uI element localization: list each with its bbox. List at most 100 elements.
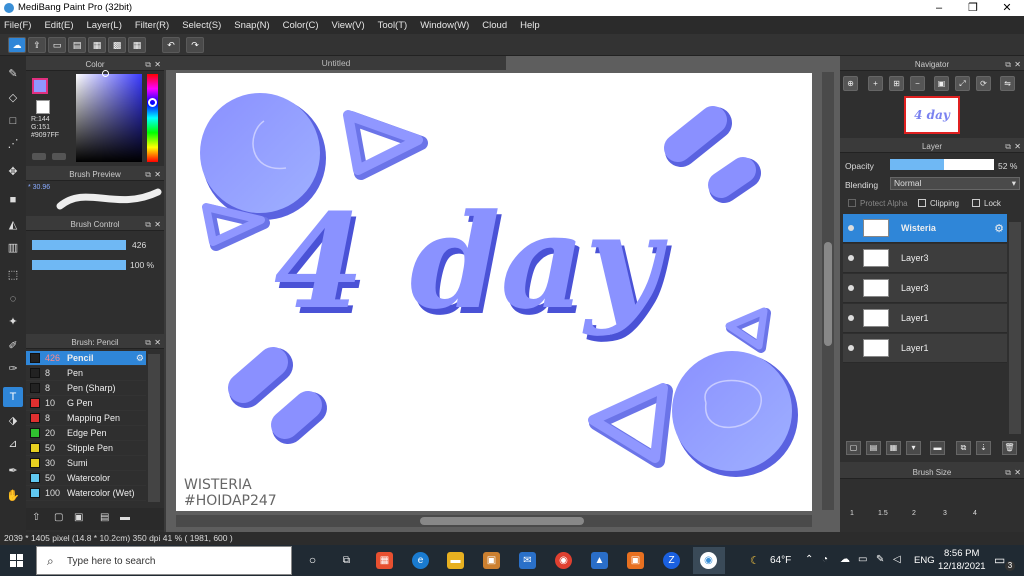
popout-icon[interactable]: ⧉ [1005,466,1011,479]
panel-close-icon[interactable]: ✕ [1014,466,1021,479]
brush-size-option[interactable]: 3 [943,510,947,517]
brush-list-item[interactable]: 10 G Pen [26,396,146,411]
spoid-icon[interactable]: ✒ [3,461,23,481]
brush-list-item[interactable]: 426 Pencil ⚙ [26,351,146,366]
office-icon[interactable]: ▣ [627,552,644,569]
eye-icon[interactable] [848,315,854,321]
weather-temp[interactable]: 64°F [770,555,791,566]
layer-row[interactable]: Layer3 [843,274,1007,303]
sv-cursor[interactable] [102,70,109,77]
fill-rect-tool-icon[interactable]: ■ [3,190,23,210]
layer-scrollbar[interactable] [1009,222,1021,434]
upload-icon[interactable]: ⇧ [32,512,40,523]
zalo-icon[interactable]: Z [663,552,680,569]
layer-row[interactable]: Layer1 [843,334,1007,363]
brush-size-option[interactable]: 1 [850,510,854,517]
eye-icon[interactable] [848,255,854,261]
redo-icon[interactable]: ↷ [186,37,204,53]
brush-list-scrollbar[interactable] [148,354,160,502]
select-tool-icon[interactable]: ⬚ [3,265,23,285]
protect-alpha-checkbox[interactable] [848,199,856,207]
navigator-thumbnail[interactable]: 4 day [904,96,960,134]
folder-icon[interactable]: ▬ [930,441,945,455]
panel-close-icon[interactable]: ✕ [154,336,161,349]
lock-checkbox[interactable] [972,199,980,207]
fit-window-icon[interactable]: ▣ [934,76,949,91]
undo-icon[interactable]: ↶ [162,37,180,53]
brush-list-item[interactable]: 100 Watercolor (Wet) [26,486,146,501]
eye-icon[interactable] [848,345,854,351]
menu-tool[interactable]: Tool(T) [378,20,408,31]
document-tab[interactable]: Untitled [166,56,506,70]
medibang-taskbar-button[interactable]: ◉ [693,547,725,574]
sub-color-swatch[interactable] [36,100,50,114]
popout-icon[interactable]: ⧉ [1005,140,1011,153]
bucket-tool-icon[interactable]: ◭ [3,215,23,235]
note-icon[interactable]: ▤ [68,37,86,53]
cloud-tray-icon[interactable]: ☁ [840,554,850,565]
blending-select[interactable]: Normal ▾ [890,177,1020,190]
menu-layer[interactable]: Layer(L) [87,20,122,31]
magic-wand-icon[interactable]: ✦ [3,312,23,332]
store-icon[interactable]: ▣ [483,552,500,569]
popout-icon[interactable]: ⧉ [1005,58,1011,71]
brush-list-item[interactable]: 50 Watercolor [26,471,146,486]
brush-size-option[interactable]: 4 [973,510,977,517]
pen-tray-icon[interactable]: ✎ [876,554,884,565]
edge-icon[interactable]: e [412,552,429,569]
rotate-icon[interactable]: ⟳ [976,76,991,91]
brush-size-slider[interactable] [32,240,126,250]
hand-tool-icon[interactable]: ✋ [3,486,23,506]
panel-close-icon[interactable]: ✕ [1014,140,1021,153]
menu-help[interactable]: Help [520,20,540,31]
eraser-tool-icon[interactable]: ◇ [3,88,23,108]
zoom-out-icon[interactable]: − [910,76,925,91]
saturation-picker[interactable] [76,74,142,162]
windows-start-icon[interactable] [10,554,23,567]
minimize-button[interactable]: – [922,0,956,16]
gradient-tool-icon[interactable]: ▥ [3,238,23,258]
volume-icon[interactable]: ◁ [893,554,901,565]
flip-icon[interactable]: ⇋ [1000,76,1015,91]
photos-icon[interactable]: ▲ [591,552,608,569]
menu-edit[interactable]: Edit(E) [44,20,73,31]
horizontal-scrollbar[interactable] [176,515,812,527]
zoom-fit-icon[interactable]: ⊕ [843,76,858,91]
add-brush-icon[interactable]: ▣ [74,512,83,523]
lasso-tool-icon[interactable]: ◌ [3,289,23,309]
close-button[interactable]: ✕ [990,0,1024,16]
panel-close-icon[interactable]: ✕ [154,218,161,231]
tray-icon[interactable]: ◔ [822,554,828,565]
vertical-scroll-thumb[interactable] [824,242,832,346]
select-pen-icon[interactable]: ✐ [3,336,23,356]
hue-cursor[interactable] [148,98,157,107]
brush-size-option[interactable]: 2 [912,510,916,517]
chrome-icon[interactable]: ◉ [555,552,572,569]
select-eraser-icon[interactable]: ✑ [3,359,23,379]
opacity-slider[interactable] [890,159,994,170]
eye-icon[interactable] [848,225,854,231]
new-layer-icon[interactable]: ▢ [846,441,861,455]
layer-row[interactable]: Layer3 [843,244,1007,273]
brush-list-item[interactable]: 50 Stipple Pen [26,441,146,456]
horizontal-scroll-thumb[interactable] [420,517,584,525]
maximize-button[interactable]: ❐ [956,0,990,16]
network-icon[interactable]: ▭ [858,554,867,565]
taskbar-search[interactable]: ⌕ Type here to search [36,546,292,575]
app-icon[interactable]: ▦ [376,552,393,569]
cloud-icon[interactable]: ☁ [8,37,26,53]
clipping-checkbox[interactable] [918,199,926,207]
brush-settings-icon[interactable]: ▤ [100,512,109,523]
language-indicator[interactable]: ENG [914,555,935,566]
mail-icon[interactable]: ✉ [519,552,536,569]
popout-icon[interactable]: ⧉ [145,336,151,349]
brush-tool-icon[interactable]: ✎ [3,64,23,84]
panel-close-icon[interactable]: ✕ [154,168,161,181]
fullscreen-icon[interactable]: ⤢ [955,76,970,91]
brush-list-item[interactable]: 8 Pen [26,366,146,381]
file-explorer-icon[interactable]: ▬ [447,552,464,569]
zoom-actual-icon[interactable]: ⊞ [889,76,904,91]
comment-icon[interactable]: ▭ [48,37,66,53]
brush-size-option[interactable]: 1.5 [878,510,888,517]
popout-icon[interactable]: ⧉ [145,218,151,231]
